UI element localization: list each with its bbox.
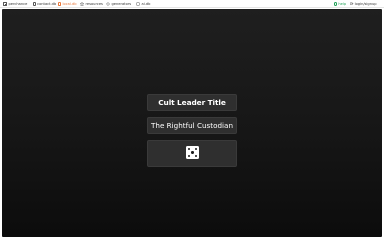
nav-item-label: ai.db xyxy=(141,2,151,6)
nav-item-label: generators xyxy=(111,2,132,6)
help-icon xyxy=(334,2,338,6)
link-icon xyxy=(33,2,36,6)
login-label: login/signup xyxy=(354,2,377,6)
login-icon xyxy=(350,2,354,6)
login-link[interactable]: login/signup xyxy=(350,1,377,7)
nav-item-local[interactable]: local.db xyxy=(58,1,77,7)
help-link[interactable]: help xyxy=(334,1,346,7)
nav-item-label: local.db xyxy=(62,2,77,6)
nav-item-resources[interactable]: resources xyxy=(80,1,103,7)
nav-item-label: resources xyxy=(85,2,103,6)
randomize-button[interactable] xyxy=(147,140,237,167)
star-icon xyxy=(80,2,84,6)
dice-five-icon xyxy=(186,146,199,159)
nav-item-generators[interactable]: generators xyxy=(106,1,131,7)
generator-title: Cult Leader Title xyxy=(147,94,237,111)
nav-item-label: contact.db xyxy=(37,2,57,6)
help-label: help xyxy=(338,2,347,6)
doc-icon xyxy=(3,2,7,6)
generated-result: The Rightful Custodian xyxy=(147,117,237,134)
gear-icon xyxy=(106,2,110,6)
db-icon xyxy=(58,2,61,6)
shield-icon xyxy=(136,2,140,6)
nav-item-ai[interactable]: ai.db xyxy=(136,1,150,7)
nav-item-perchance[interactable]: perchance xyxy=(3,1,27,7)
nav-item-contact[interactable]: contact.db xyxy=(33,1,56,7)
nav-item-label: perchance xyxy=(8,2,28,6)
top-nav-bar: perchance contact.db local.db resources … xyxy=(0,0,384,8)
